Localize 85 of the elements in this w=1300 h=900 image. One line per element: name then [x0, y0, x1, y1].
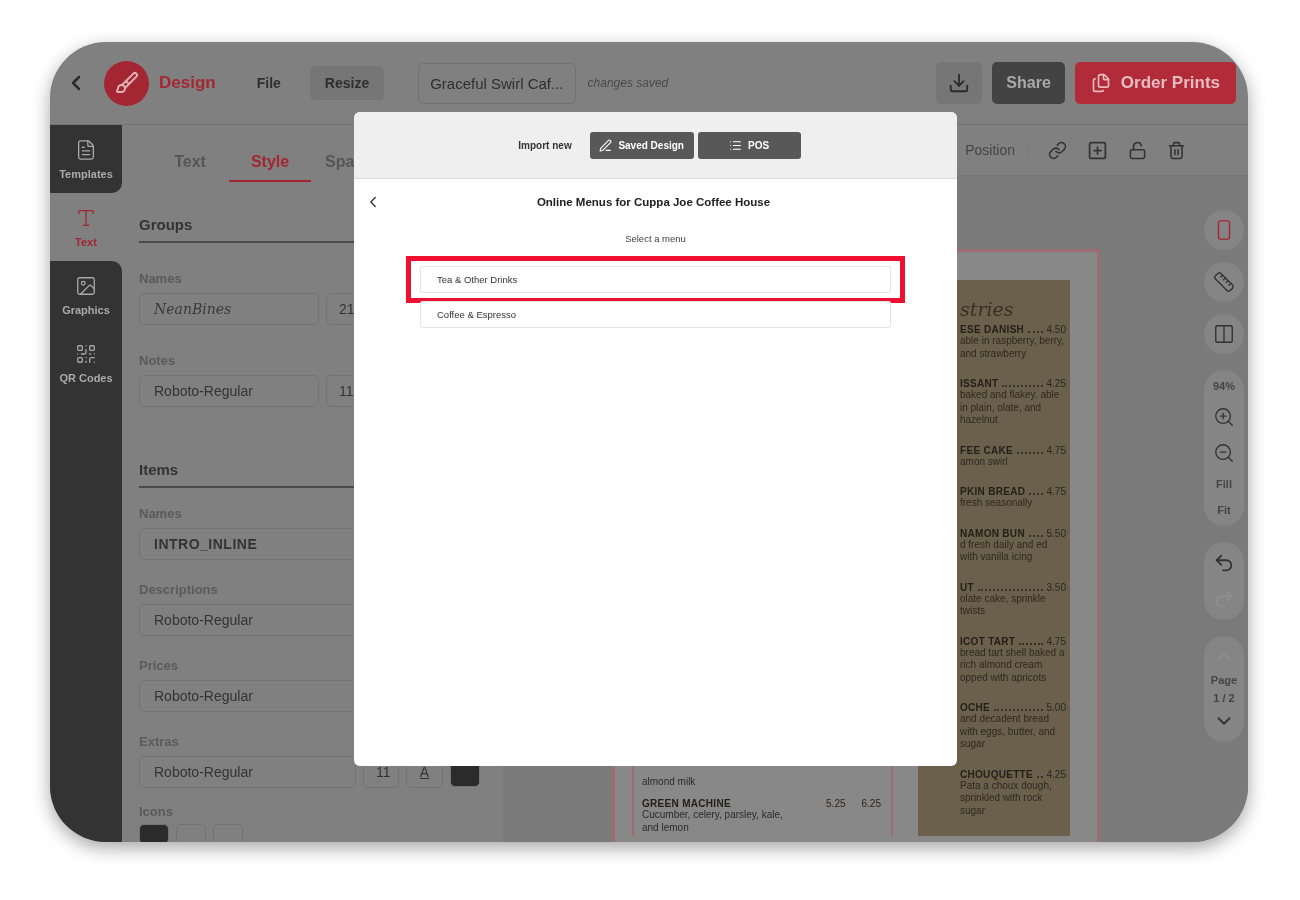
dot-leader [1037, 775, 1043, 778]
list-icon [729, 138, 743, 152]
columns-tool-button[interactable] [1204, 314, 1244, 354]
download-button[interactable] [936, 62, 983, 104]
zoom-out-icon[interactable] [1213, 442, 1235, 464]
trash-icon[interactable] [1167, 140, 1186, 160]
item-description: fresh seasonally [960, 497, 1034, 510]
unlock-icon[interactable] [1128, 140, 1147, 160]
ruler-tool-button[interactable] [1204, 262, 1244, 302]
dot-leader [994, 709, 1043, 711]
document-title-field[interactable]: Graceful Swirl Caf... [418, 62, 576, 104]
item-price: 5.00 [1046, 702, 1066, 713]
font-field[interactable]: NeanBines [139, 293, 319, 325]
ruler-icon [1213, 271, 1235, 293]
zoom-in-icon[interactable] [1213, 406, 1235, 428]
rail-icon [75, 207, 97, 229]
position-button[interactable]: Position [965, 142, 1028, 158]
item-price: 4.75 [1046, 486, 1066, 497]
page-number: 1 / 2 [1213, 692, 1235, 704]
fit-button[interactable]: Fit [1217, 504, 1231, 516]
dialog-title: Online Menus for Cuppa Joe Coffee House [535, 196, 772, 208]
font-field[interactable]: Roboto-Regular [139, 756, 356, 788]
columns-icon [1213, 323, 1235, 345]
item-description: almond milk [642, 775, 697, 788]
panel-tab[interactable]: Style [229, 149, 311, 182]
icon-swatch[interactable] [176, 824, 206, 842]
item-price: 6.25 [861, 798, 881, 809]
import-source-button[interactable]: POS [697, 131, 801, 159]
dot-leader [1016, 451, 1043, 454]
pen-icon [599, 138, 613, 152]
fill-button[interactable]: Fill [1216, 478, 1232, 490]
item-name: ICOT TART [960, 635, 1016, 647]
item-price: 5.25 [826, 798, 846, 809]
icon-swatch[interactable] [213, 824, 243, 842]
item-name: NAMON BUN [960, 527, 1025, 539]
menu-button[interactable]: Resize [309, 66, 385, 100]
menu-button[interactable]: File [241, 66, 296, 100]
rail-icon [75, 139, 97, 161]
item-price: 4.75 [1046, 444, 1066, 456]
dot-leader [1029, 493, 1043, 495]
app-name: Design [159, 73, 216, 93]
duplicate-icon[interactable] [1087, 139, 1108, 161]
brush-logo-icon [104, 60, 149, 106]
sidebar-item[interactable]: QR Codes [50, 329, 122, 397]
item-description: olate cake, sprinkle twists [960, 592, 1047, 618]
font-field[interactable]: Roboto-Regular [139, 375, 319, 407]
undo-icon[interactable] [1213, 552, 1235, 574]
item-name: UT [960, 581, 974, 593]
sidebar-item[interactable]: Graphics [50, 261, 122, 329]
sidebar-item[interactable]: Templates [50, 125, 122, 193]
share-button[interactable]: Share [992, 62, 1065, 104]
item-price: 5.50 [1046, 527, 1066, 539]
item-description: Cucumber, celery, parsley, kale, and lemon [642, 809, 784, 834]
rail-icon [75, 343, 97, 365]
item-price: 3.50 [1046, 581, 1066, 593]
dot-leader [1019, 642, 1043, 645]
link-icon[interactable] [1048, 140, 1067, 160]
item-name: ISSANT [960, 378, 999, 389]
item-name: GREEN MACHINE [642, 798, 731, 809]
item-price: 4.75 [1046, 635, 1066, 647]
dialog-prompt: Select a menu [624, 233, 687, 244]
dot-leader [1002, 385, 1043, 387]
zoom-level: 94% [1213, 380, 1235, 392]
order-prints-button[interactable]: Order Prints [1074, 62, 1236, 104]
page-label: Page [1210, 674, 1238, 686]
document-stack-icon [1090, 73, 1111, 93]
item-name: PKIN BREAD [960, 486, 1026, 497]
item-name: ESE DANISH [960, 324, 1025, 335]
menu-option[interactable]: Coffee & Espresso [420, 301, 891, 328]
item-name: CHOUQUETTE [960, 768, 1033, 780]
dot-leader [1028, 534, 1043, 537]
page-tool-button[interactable] [1204, 210, 1244, 250]
item-name: OCHE [960, 702, 991, 713]
import-source-button[interactable]: Saved Design [589, 131, 694, 159]
item-price: 4.25 [1046, 378, 1066, 389]
import-label: Import new [518, 139, 572, 151]
item-name: FEE CAKE [960, 444, 1013, 456]
item-price: 4.25 [1046, 768, 1066, 780]
menu-option[interactable]: Tea & Other Drinks [420, 266, 891, 293]
dot-leader [1028, 331, 1043, 333]
icon-swatch[interactable] [139, 824, 169, 842]
download-icon [948, 72, 971, 94]
rail-icon [75, 275, 97, 297]
item-price: 4.50 [1046, 324, 1066, 335]
dot-leader [977, 588, 1043, 591]
